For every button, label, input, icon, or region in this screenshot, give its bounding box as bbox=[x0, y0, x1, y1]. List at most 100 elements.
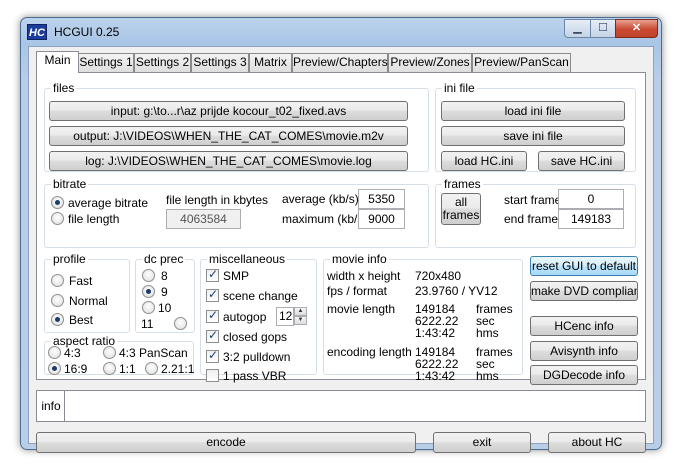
autogop-value-input[interactable]: 12 bbox=[276, 307, 294, 326]
aspect-1-1-radio[interactable] bbox=[103, 362, 116, 375]
info-panel: info bbox=[36, 390, 646, 422]
closed-gops-checkbox[interactable] bbox=[206, 328, 219, 343]
app-window: HC HCGUI 0.25 ▁ ☐ ✕ Main Settings 1 Sett… bbox=[20, 17, 662, 453]
autogop-spin-down[interactable]: ▼ bbox=[294, 316, 307, 325]
frames-group-title: frames bbox=[442, 177, 483, 191]
encode-button[interactable]: encode bbox=[36, 432, 416, 453]
hc-app-icon: HC bbox=[27, 24, 47, 40]
maximum-kbs-input[interactable]: 9000 bbox=[358, 209, 405, 229]
one-pass-vbr-label: 1 pass VBR bbox=[223, 369, 287, 383]
encoding-length-label: encoding length bbox=[327, 345, 412, 359]
info-tab[interactable]: info bbox=[38, 391, 65, 421]
closed-gops-label: closed gops bbox=[223, 330, 288, 344]
info-tab-label: info bbox=[41, 399, 61, 413]
movie-length-label: movie length bbox=[327, 302, 396, 316]
maximize-icon: ☐ bbox=[598, 22, 608, 34]
tab-preview-zones[interactable]: Preview/Zones bbox=[388, 53, 472, 72]
file-length-radio[interactable] bbox=[51, 212, 64, 225]
maximum-kbs-label: maximum (kb/s) bbox=[282, 212, 368, 226]
about-hc-button[interactable]: about HC bbox=[548, 432, 646, 453]
dc-prec-11-label: 11 bbox=[141, 317, 154, 331]
dc-prec-9-label: 9 bbox=[161, 285, 168, 299]
start-frame-label: start frame bbox=[504, 193, 562, 207]
aspect-ratio-group: aspect ratio 4:3 4:3 PanScan 16:9 1:1 2.… bbox=[44, 334, 195, 376]
save-hc-ini-button[interactable]: save HC.ini bbox=[538, 151, 625, 171]
movie-info-group: movie info width x height 720x480 fps / … bbox=[323, 252, 523, 383]
dc-prec-11-radio[interactable] bbox=[174, 317, 187, 330]
dgdecode-info-button[interactable]: DGDecode info bbox=[530, 365, 638, 385]
average-bitrate-radio[interactable] bbox=[51, 196, 64, 209]
end-frame-input[interactable]: 149183 bbox=[558, 209, 624, 229]
dc-prec-10-radio[interactable] bbox=[142, 301, 155, 314]
scene-change-checkbox[interactable] bbox=[206, 287, 219, 302]
profile-group-title: profile bbox=[51, 252, 88, 266]
hcenc-info-button[interactable]: HCenc info bbox=[530, 316, 638, 336]
dc-prec-9-radio[interactable] bbox=[142, 285, 155, 298]
tab-preview-chapters[interactable]: Preview/Chapters bbox=[292, 53, 388, 72]
load-hc-ini-button[interactable]: load HC.ini bbox=[441, 151, 527, 171]
all-frames-line2: frames bbox=[442, 208, 480, 222]
encoding-length-hms-unit: hms bbox=[476, 369, 499, 383]
autogop-spin-up[interactable]: ▲ bbox=[294, 307, 307, 316]
tab-matrix[interactable]: Matrix bbox=[249, 53, 292, 72]
dc-prec-8-radio[interactable] bbox=[142, 269, 155, 282]
tab-main[interactable]: Main bbox=[36, 51, 79, 73]
main-tab-page: files input: g:\to...r\az prijde kocour_… bbox=[36, 72, 646, 385]
exit-button[interactable]: exit bbox=[433, 432, 531, 453]
tab-settings-3[interactable]: Settings 3 bbox=[191, 53, 249, 72]
profile-group: profile Fast Normal Best bbox=[44, 252, 130, 333]
aspect-2-21-1-radio[interactable] bbox=[145, 362, 158, 375]
miscellaneous-group-title: miscellaneous bbox=[207, 252, 288, 266]
save-ini-button[interactable]: save ini file bbox=[441, 126, 625, 146]
aspect-4-3-radio[interactable] bbox=[48, 346, 61, 359]
end-frame-label: end frame bbox=[504, 212, 559, 226]
scene-change-label: scene change bbox=[223, 289, 298, 303]
ini-file-group-title: ini file bbox=[442, 81, 477, 95]
aspect-16-9-label: 16:9 bbox=[64, 362, 88, 376]
profile-best-radio[interactable] bbox=[51, 313, 64, 326]
smp-checkbox[interactable] bbox=[206, 267, 219, 282]
tab-settings-2[interactable]: Settings 2 bbox=[134, 53, 191, 72]
average-kbs-input[interactable]: 5350 bbox=[358, 189, 405, 209]
dc-prec-8-label: 8 bbox=[161, 269, 168, 283]
tab-preview-panscan[interactable]: Preview/PanScan bbox=[472, 53, 571, 72]
pulldown-label: 3:2 pulldown bbox=[223, 350, 291, 364]
autogop-checkbox[interactable] bbox=[206, 308, 219, 323]
profile-best-label: Best bbox=[69, 313, 94, 327]
all-frames-button[interactable]: all frames bbox=[441, 193, 481, 225]
input-file-button[interactable]: input: g:\to...r\az prijde kocour_t02_fi… bbox=[49, 101, 408, 121]
maximize-button[interactable]: ☐ bbox=[590, 19, 616, 38]
bitrate-group-title: bitrate bbox=[51, 177, 89, 191]
minimize-icon: ▁ bbox=[573, 22, 582, 34]
aspect-2-21-1-label: 2.21:1 bbox=[161, 362, 195, 376]
file-length-radio-label: file length bbox=[68, 212, 120, 226]
profile-fast-radio[interactable] bbox=[51, 274, 64, 287]
dc-prec-group-title: dc prec bbox=[142, 252, 186, 266]
make-dvd-compliant-button[interactable]: make DVD compliant bbox=[530, 281, 638, 301]
files-group: files input: g:\to...r\az prijde kocour_… bbox=[44, 81, 429, 172]
title-bar[interactable]: HC HCGUI 0.25 ▁ ☐ ✕ bbox=[21, 18, 661, 46]
output-file-button[interactable]: output: J:\VIDEOS\WHEN_THE_CAT_COMES\mov… bbox=[49, 126, 408, 146]
load-ini-button[interactable]: load ini file bbox=[441, 101, 625, 121]
ini-file-group: ini file load ini file save ini file loa… bbox=[435, 81, 636, 172]
average-kbs-label: average (kb/s) bbox=[282, 192, 359, 206]
tab-settings-1[interactable]: Settings 1 bbox=[78, 53, 134, 72]
aspect-16-9-radio[interactable] bbox=[48, 362, 61, 375]
reset-gui-button[interactable]: reset GUI to default bbox=[530, 256, 638, 276]
close-button[interactable]: ✕ bbox=[615, 19, 658, 38]
aspect-4-3-panscan-radio[interactable] bbox=[103, 346, 116, 359]
one-pass-vbr-checkbox[interactable] bbox=[206, 369, 219, 382]
profile-normal-radio[interactable] bbox=[51, 294, 64, 307]
aspect-1-1-label: 1:1 bbox=[119, 362, 136, 376]
file-length-input[interactable]: 4063584 bbox=[166, 209, 241, 229]
file-length-kbytes-label: file length in kbytes bbox=[166, 193, 269, 207]
start-frame-input[interactable]: 0 bbox=[558, 189, 624, 209]
encoding-length-hms: 1:43:42 bbox=[415, 369, 456, 383]
frames-group: frames all frames start frame 0 end fram… bbox=[435, 177, 636, 248]
width-height-value: 720x480 bbox=[415, 269, 462, 283]
pulldown-checkbox[interactable] bbox=[206, 348, 219, 363]
minimize-button[interactable]: ▁ bbox=[564, 19, 591, 38]
log-file-button[interactable]: log: J:\VIDEOS\WHEN_THE_CAT_COMES\movie.… bbox=[49, 151, 408, 171]
width-height-label: width x height bbox=[327, 269, 401, 283]
avisynth-info-button[interactable]: Avisynth info bbox=[530, 341, 638, 361]
